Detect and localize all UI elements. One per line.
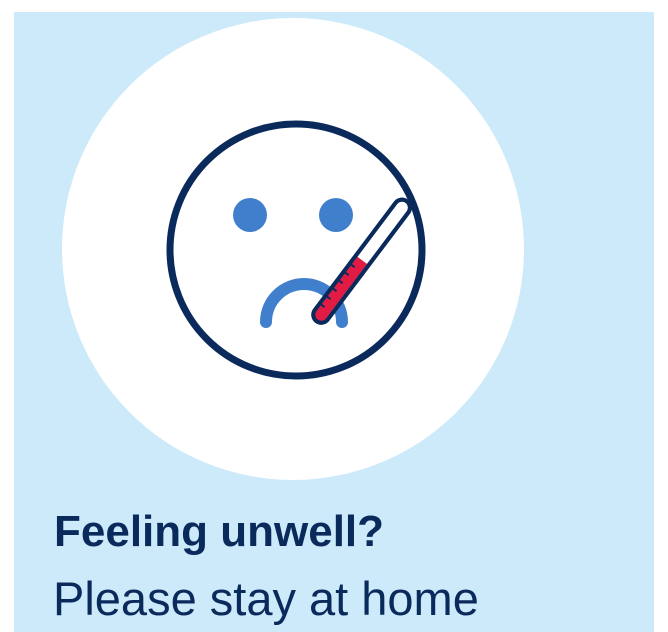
headline: Feeling unwell?: [54, 507, 385, 556]
sick-face-icon: [166, 120, 426, 380]
poster-panel: Feeling unwell? Please stay at home: [14, 12, 654, 632]
left-eye: [233, 198, 267, 232]
face-outline: [166, 120, 426, 380]
subline: Please stay at home: [53, 572, 479, 625]
right-eye: [319, 198, 353, 232]
